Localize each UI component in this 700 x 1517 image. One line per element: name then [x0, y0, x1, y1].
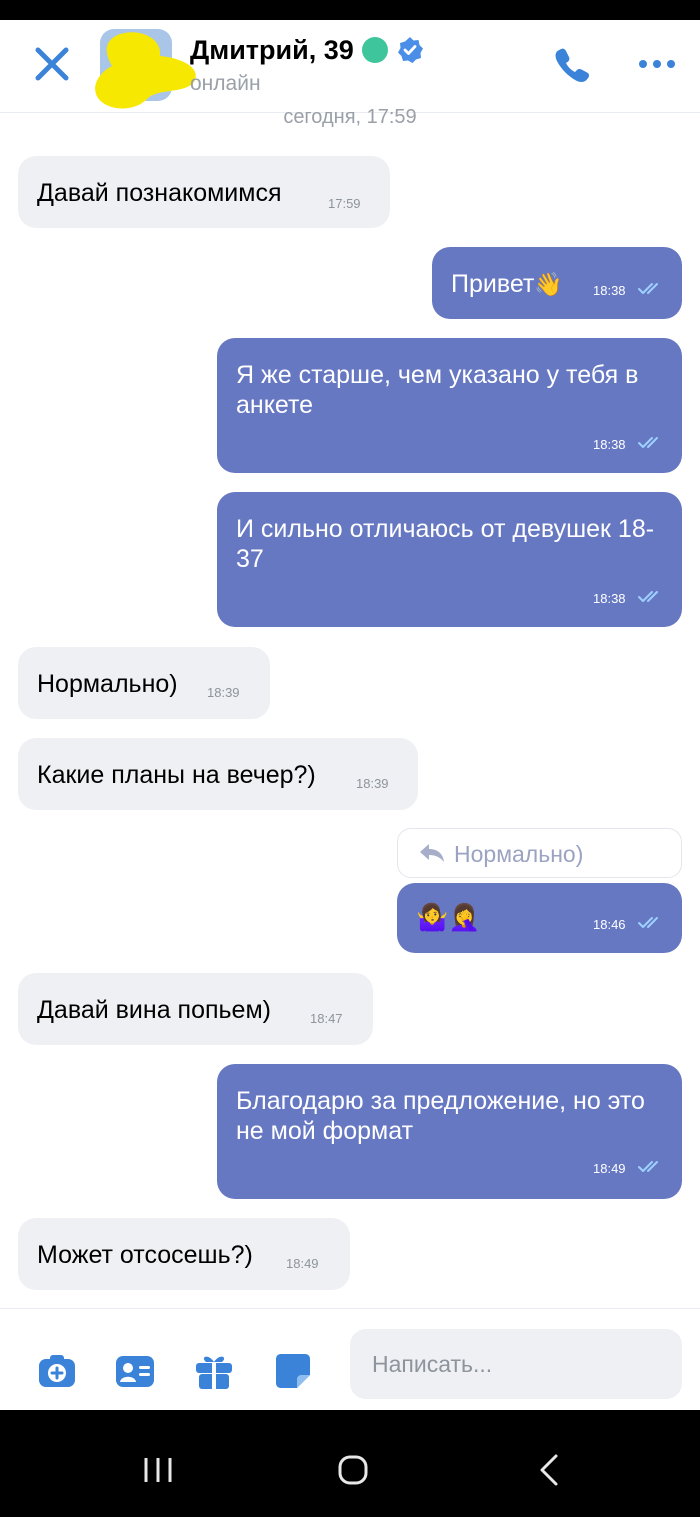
more-icon	[639, 60, 675, 68]
read-ticks-icon	[638, 437, 658, 448]
message-bubble-outgoing[interactable]: И сильно отличаюсь от девушек 18-37 18:3…	[217, 492, 682, 627]
message-bubble-incoming[interactable]: Давай познакомимся 17:59	[18, 156, 390, 228]
android-nav-bar	[0, 1410, 700, 1517]
contact-name[interactable]: Дмитрий, 39	[190, 35, 354, 66]
message-time: 18:46	[593, 917, 626, 932]
message-text: Какие планы на вечер?)	[37, 761, 316, 789]
phone-icon	[555, 48, 589, 82]
camera-plus-icon	[39, 1355, 75, 1387]
camera-button[interactable]	[37, 1351, 77, 1391]
message-bubble-incoming[interactable]: Нормально) 18:39	[18, 647, 270, 719]
read-ticks-icon	[638, 283, 658, 294]
back-button[interactable]	[530, 1450, 570, 1490]
message-bubble-outgoing[interactable]: Благодарю за предложение, но это не мой …	[217, 1064, 682, 1199]
message-text: Давай познакомимся	[37, 179, 282, 207]
online-dot	[361, 37, 388, 63]
message-time: 18:49	[593, 1161, 626, 1176]
message-bubble-outgoing[interactable]: Привет👋 18:38	[432, 247, 682, 319]
close-icon	[35, 47, 69, 81]
read-ticks-icon	[638, 1161, 658, 1172]
message-time: 18:39	[356, 776, 389, 791]
message-bubble-incoming[interactable]: Давай вина попьем) 18:47	[18, 973, 373, 1045]
reply-quote[interactable]: Нормально)	[397, 828, 682, 878]
message-text: Я же старше, чем указано у тебя в анкете	[236, 361, 639, 419]
reply-quote-text: Нормально)	[454, 841, 584, 867]
message-text: Может отсосешь?)	[37, 1241, 253, 1269]
status-bar	[0, 0, 700, 20]
message-time: 18:38	[593, 437, 626, 452]
message-text: И сильно отличаюсь от девушек 18-37	[236, 515, 655, 573]
message-input[interactable]: Написать...	[350, 1329, 682, 1399]
date-separator: сегодня, 17:59	[283, 106, 417, 128]
message-text: Давай вина попьем)	[37, 996, 271, 1024]
gift-button[interactable]	[194, 1351, 234, 1391]
message-bubble-outgoing[interactable]: 🤷‍♀️🤦‍♀️ 18:46	[397, 883, 682, 953]
verified-icon	[397, 37, 423, 63]
sticker-button[interactable]	[273, 1351, 313, 1391]
emoji-message: 🤷‍♀️🤦‍♀️	[416, 902, 481, 932]
message-bubble-incoming[interactable]: Может отсосешь?) 18:49	[18, 1218, 350, 1290]
back-icon	[540, 1454, 558, 1486]
read-ticks-icon	[638, 917, 658, 928]
message-time: 17:59	[328, 196, 361, 211]
sticker-icon	[276, 1354, 310, 1388]
more-button[interactable]	[635, 50, 679, 78]
gift-icon	[196, 1356, 232, 1389]
message-text: Привет👋	[451, 270, 564, 298]
message-time: 18:49	[286, 1256, 319, 1271]
message-text: Благодарю за предложение, но это не мой …	[236, 1087, 645, 1145]
avatar-redaction	[95, 32, 196, 109]
message-time: 18:38	[593, 283, 626, 298]
contact-card-icon	[116, 1356, 154, 1387]
waving-hand-emoji: 👋	[534, 271, 564, 297]
recent-apps-button[interactable]	[138, 1450, 178, 1490]
message-time: 18:38	[593, 591, 626, 606]
close-button[interactable]	[30, 42, 74, 86]
message-bubble-incoming[interactable]: Какие планы на вечер?) 18:39	[18, 738, 418, 810]
chat-header: Дмитрий, 39 онлайн	[0, 20, 700, 113]
contact-card-button[interactable]	[115, 1351, 155, 1391]
message-bubble-outgoing[interactable]: Я же старше, чем указано у тебя в анкете…	[217, 338, 682, 473]
call-button[interactable]	[552, 44, 592, 84]
online-status: онлайн	[190, 72, 261, 95]
home-button[interactable]	[333, 1450, 373, 1490]
message-input-placeholder: Написать...	[372, 1351, 493, 1377]
message-time: 18:47	[310, 1011, 343, 1026]
read-ticks-icon	[638, 591, 658, 602]
recent-apps-icon	[144, 1458, 172, 1482]
message-composer: Написать...	[0, 1308, 700, 1411]
home-icon	[338, 1455, 368, 1485]
message-time: 18:39	[207, 685, 240, 700]
reply-arrow-icon	[420, 844, 444, 862]
message-text: Нормально)	[37, 670, 178, 698]
